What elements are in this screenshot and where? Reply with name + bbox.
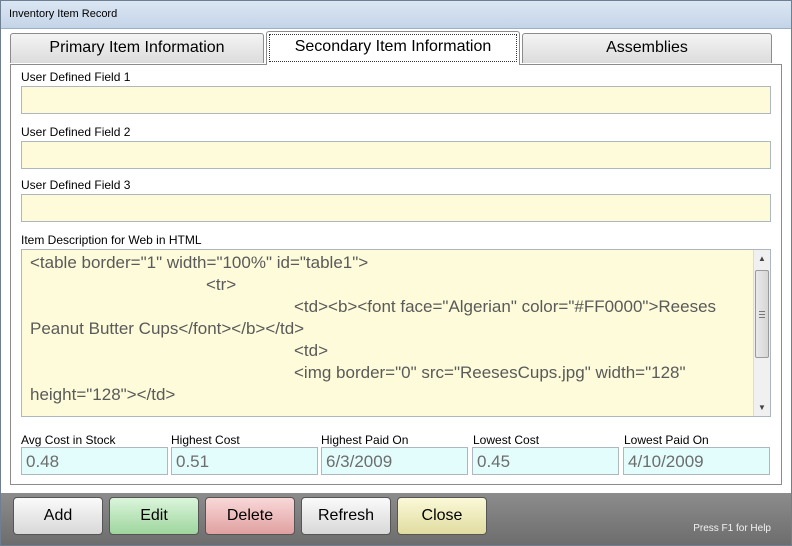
delete-button[interactable]: Delete	[205, 497, 295, 535]
lowest-cost-field: 0.45	[472, 447, 619, 475]
scroll-grip-icon	[759, 311, 765, 318]
help-hint: Press F1 for Help	[693, 523, 771, 534]
avg-cost-label: Avg Cost in Stock	[21, 433, 116, 447]
highest-cost-field: 0.51	[171, 447, 318, 475]
button-bar: Add Edit Delete Refresh Close Press F1 f…	[1, 493, 791, 545]
user-field-2-label: User Defined Field 2	[21, 125, 131, 139]
tab-bar: Primary Item Information Secondary Item …	[10, 29, 772, 65]
user-field-3-label: User Defined Field 3	[21, 178, 131, 192]
web-description-label: Item Description for Web in HTML	[21, 233, 202, 247]
user-field-1-label: User Defined Field 1	[21, 70, 131, 84]
tab-assemblies[interactable]: Assemblies	[522, 33, 772, 63]
user-field-1-input[interactable]	[21, 86, 771, 114]
web-description-text[interactable]: <table border="1" width="100%" id="table…	[30, 252, 748, 414]
inventory-item-window: Inventory Item Record Primary Item Infor…	[0, 0, 792, 546]
user-field-2-input[interactable]	[21, 141, 771, 169]
scroll-thumb[interactable]	[755, 270, 769, 358]
avg-cost-field: 0.48	[21, 447, 168, 475]
lowest-paid-on-field: 4/10/2009	[623, 447, 770, 475]
edit-button[interactable]: Edit	[109, 497, 199, 535]
vertical-scrollbar[interactable]: ▲ ▼	[753, 250, 770, 416]
secondary-info-panel: User Defined Field 1 User Defined Field …	[10, 64, 782, 485]
tab-primary-item-information[interactable]: Primary Item Information	[10, 33, 264, 63]
tab-secondary-item-information[interactable]: Secondary Item Information	[266, 31, 520, 65]
refresh-button[interactable]: Refresh	[301, 497, 391, 535]
lowest-paid-on-label: Lowest Paid On	[624, 433, 709, 447]
highest-paid-on-field: 6/3/2009	[321, 447, 468, 475]
window-title: Inventory Item Record	[9, 8, 118, 20]
highest-paid-on-label: Highest Paid On	[321, 433, 409, 447]
highest-cost-label: Highest Cost	[171, 433, 240, 447]
scroll-up-arrow-icon[interactable]: ▲	[754, 250, 770, 267]
web-description-textarea[interactable]: <table border="1" width="100%" id="table…	[21, 249, 771, 417]
add-button[interactable]: Add	[13, 497, 103, 535]
scroll-down-arrow-icon[interactable]: ▼	[754, 399, 770, 416]
title-bar[interactable]: Inventory Item Record	[1, 1, 791, 29]
close-button[interactable]: Close	[397, 497, 487, 535]
lowest-cost-label: Lowest Cost	[473, 433, 540, 447]
user-field-3-input[interactable]	[21, 194, 771, 222]
